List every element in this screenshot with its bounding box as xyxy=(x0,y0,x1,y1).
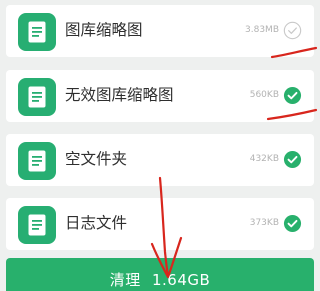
item-label: 日志文件 xyxy=(65,214,128,232)
document-icon xyxy=(18,78,56,116)
document-icon xyxy=(18,206,56,244)
item-label: 无效图库缩略图 xyxy=(65,86,174,104)
clean-button-label: 清理 xyxy=(109,271,141,289)
document-icon xyxy=(18,142,56,180)
clean-button[interactable]: 清理 1.64GB xyxy=(6,258,314,291)
list-item-invalid-gallery-thumbnails[interactable]: 无效图库缩略图 560KB xyxy=(6,70,314,122)
list-item-gallery-thumbnails[interactable]: 图库缩略图 3.83MB xyxy=(6,5,314,57)
check-circle-filled-icon[interactable] xyxy=(283,214,302,233)
junk-clean-screen: 图库缩略图 3.83MB 无效图库缩略图 560KB 空文件夹 432KB 日志… xyxy=(0,0,320,291)
check-circle-filled-icon[interactable] xyxy=(283,150,302,169)
clean-button-text: 清理 1.64GB xyxy=(6,270,314,290)
item-size: 560KB xyxy=(249,90,279,100)
item-size: 373KB xyxy=(249,218,279,228)
list-item-empty-folders[interactable]: 空文件夹 432KB xyxy=(6,134,314,186)
document-icon xyxy=(18,13,56,51)
list-item-log-files[interactable]: 日志文件 373KB xyxy=(6,198,314,250)
clean-total-size: 1.64GB xyxy=(151,271,211,289)
item-size: 3.83MB xyxy=(245,25,279,35)
item-label: 图库缩略图 xyxy=(65,21,143,39)
check-circle-outline-icon[interactable] xyxy=(283,21,302,40)
item-label: 空文件夹 xyxy=(65,150,128,168)
check-circle-filled-icon[interactable] xyxy=(283,86,302,105)
item-size: 432KB xyxy=(249,154,279,164)
